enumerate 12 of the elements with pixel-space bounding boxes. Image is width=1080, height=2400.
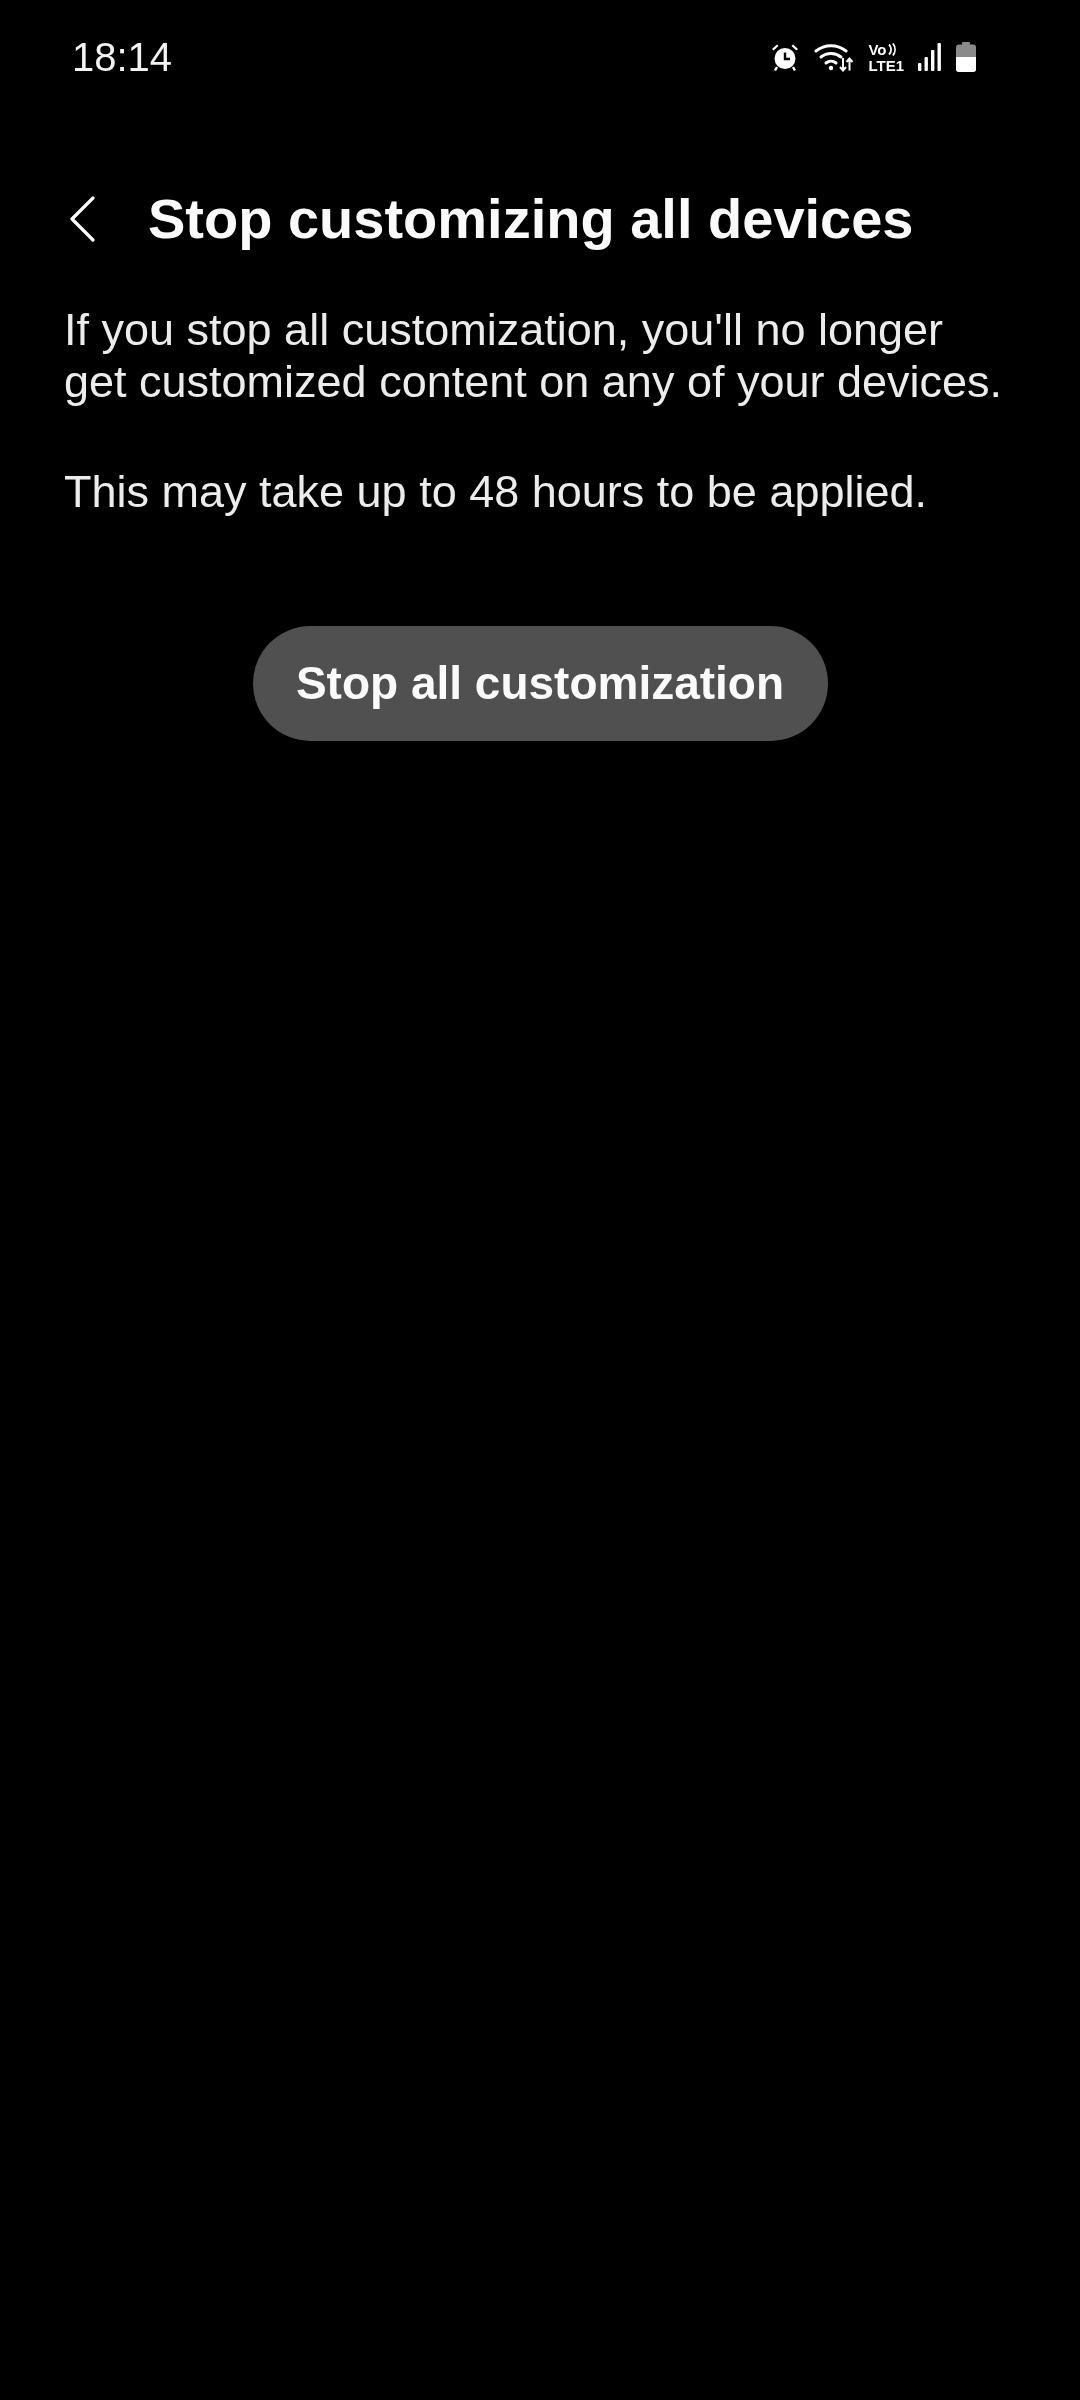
status-time: 18:14	[72, 37, 173, 77]
call-waves-icon	[887, 42, 897, 56]
signal-bars-icon	[918, 42, 942, 72]
volte-label: Vo	[868, 41, 887, 57]
stop-customization-button[interactable]: Stop all customization	[252, 626, 828, 741]
alarm-clock-icon	[770, 42, 801, 72]
back-chevron-icon	[69, 196, 95, 242]
wifi-icon	[814, 42, 855, 72]
lte-label: LTE1	[868, 57, 904, 73]
description-text: This may take up to 48 hours to be applied.	[64, 466, 929, 518]
battery-icon	[956, 42, 976, 72]
description-text: If you stop all customization, you'll no longer get customized content on any of your devices.	[64, 304, 1004, 408]
